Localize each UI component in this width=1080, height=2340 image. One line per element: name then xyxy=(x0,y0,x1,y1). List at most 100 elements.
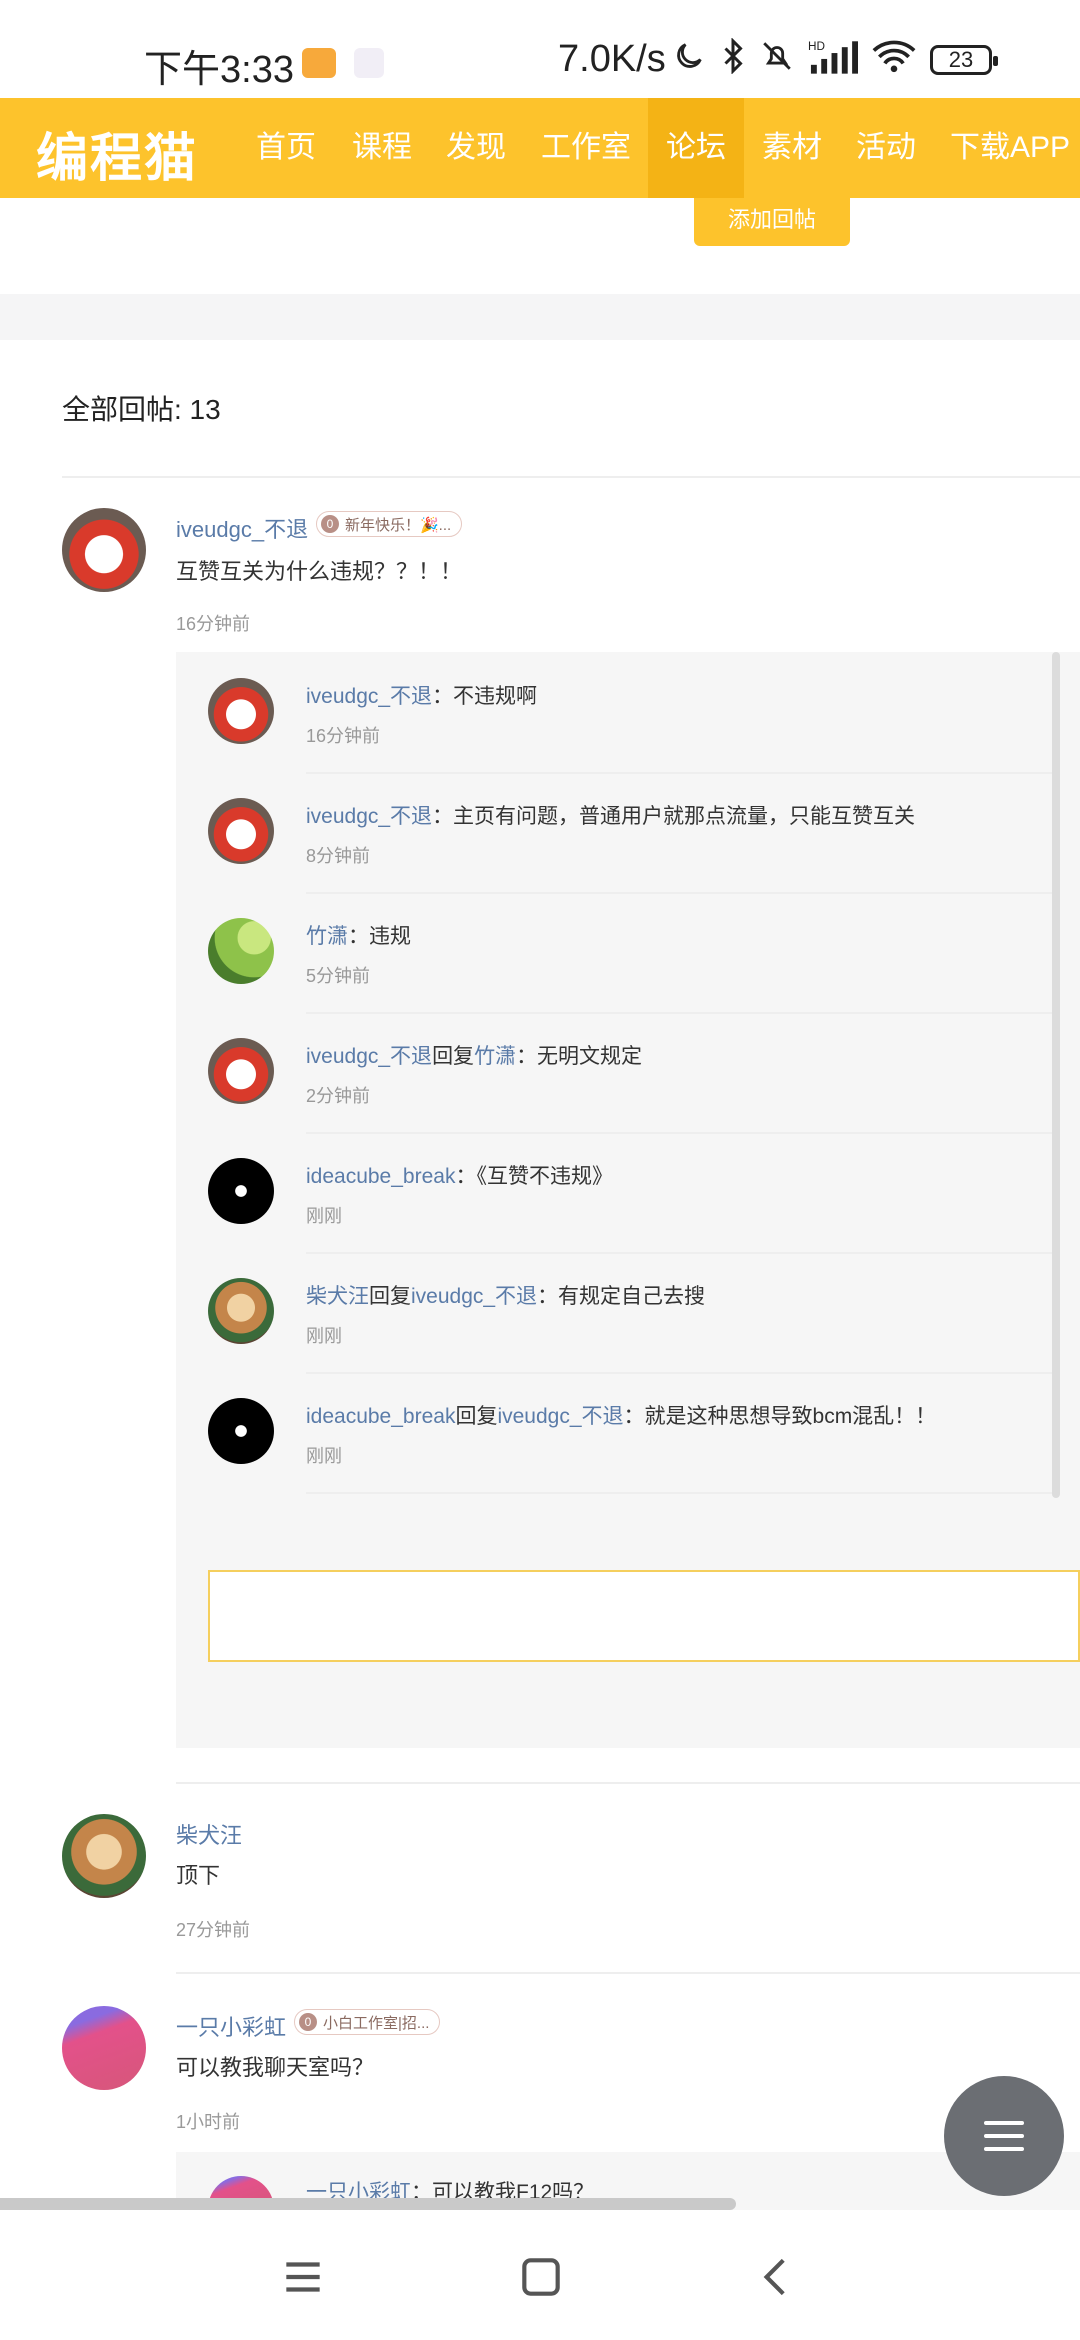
nav-home[interactable]: 首页 xyxy=(240,98,332,198)
divider xyxy=(306,1492,1052,1494)
avatar[interactable] xyxy=(62,2006,146,2090)
reply-item: iveudgc_不退：不违规啊 xyxy=(306,680,537,710)
mute-icon xyxy=(760,39,794,82)
reply-item: iveudgc_不退：主页有问题，普通用户就那点流量，只能互赞互关 xyxy=(306,800,915,830)
post-author[interactable]: 柴犬汪 xyxy=(176,1818,242,1850)
system-nav-bar xyxy=(0,2210,1080,2340)
reply-word: 回复 xyxy=(369,1285,411,1308)
add-reply-button[interactable]: 添加回帖 xyxy=(694,198,850,246)
avatar[interactable] xyxy=(62,1814,146,1898)
reply-user[interactable]: ideacube_break xyxy=(306,1405,455,1428)
horizontal-scrollbar[interactable] xyxy=(0,2198,736,2210)
status-icons: HD 23 xyxy=(672,36,998,83)
reply-item: 竹潇：违规 xyxy=(306,920,411,950)
post-time: 16分钟前 xyxy=(176,614,251,634)
reply-input[interactable] xyxy=(208,1570,1080,1662)
section-divider xyxy=(0,294,1080,340)
reply-time: 刚刚 xyxy=(306,1326,342,1346)
reply-target[interactable]: 竹潇 xyxy=(474,1045,516,1068)
reply-time: 5分钟前 xyxy=(306,966,371,986)
reply-text: ：有规定自己去搜 xyxy=(537,1285,706,1308)
reply-time: 2分钟前 xyxy=(306,1086,371,1106)
post-author[interactable]: iveudgc_不退 xyxy=(176,512,308,544)
nav-download-app[interactable]: 下载APP xyxy=(940,98,1080,198)
battery-icon: 23 xyxy=(930,45,998,75)
reply-user[interactable]: iveudgc_不退 xyxy=(306,805,432,828)
badge-level: 0 xyxy=(321,515,339,533)
post-time: 27分钟前 xyxy=(176,1920,251,1940)
network-speed: 7.0K/s xyxy=(558,38,666,80)
nav-studio[interactable]: 工作室 xyxy=(526,98,646,198)
divider xyxy=(306,1132,1052,1134)
reply-user[interactable]: ideacube_break xyxy=(306,1165,455,1188)
user-badge: 0 小白工作室|招... xyxy=(294,2009,441,2035)
message-app-icon xyxy=(302,48,336,78)
home-icon[interactable] xyxy=(516,2252,566,2302)
reply-text: ：不违规啊 xyxy=(432,685,538,708)
badge-level: 0 xyxy=(299,2013,317,2031)
reply-text: ：主页有问题，普通用户就那点流量，只能互赞互关 xyxy=(432,805,916,828)
reply-panel-scrollbar[interactable] xyxy=(1052,652,1060,1498)
nav-courses[interactable]: 课程 xyxy=(336,98,428,198)
floating-menu-button[interactable] xyxy=(944,2076,1064,2196)
reply-target[interactable]: iveudgc_不退 xyxy=(497,1405,623,1428)
divider xyxy=(306,772,1052,774)
divider xyxy=(306,892,1052,894)
reply-word: 回复 xyxy=(455,1405,498,1428)
site-header: 编程猫 首页 课程 发现 工作室 论坛 素材 活动 下载APP xyxy=(0,98,1080,198)
post-author[interactable]: 一只小彩虹 xyxy=(176,2010,286,2042)
reply-user[interactable]: 柴犬汪 xyxy=(306,1285,369,1308)
reply-item: 柴犬汪回复iveudgc_不退：有规定自己去搜 xyxy=(306,1280,705,1310)
reply-text: ：违规 xyxy=(348,925,411,948)
reply-text: ：就是这种思想导致bcm混乱！！ xyxy=(623,1405,937,1428)
battery-level: 23 xyxy=(948,47,974,72)
menu-icon[interactable] xyxy=(278,2252,328,2302)
divider xyxy=(306,1252,1052,1254)
moon-icon xyxy=(672,39,706,82)
signal-icon: HD xyxy=(808,38,858,83)
reply-target[interactable]: iveudgc_不退 xyxy=(411,1285,537,1308)
wifi-icon xyxy=(872,39,916,82)
reply-item: ideacube_break回复iveudgc_不退：就是这种思想导致bcm混乱… xyxy=(306,1400,936,1430)
divider xyxy=(62,476,1080,478)
nav-discover[interactable]: 发现 xyxy=(430,98,522,198)
avatar[interactable] xyxy=(208,1158,274,1224)
svg-text:HD: HD xyxy=(808,40,825,53)
nav-forum[interactable]: 论坛 xyxy=(648,98,744,198)
reply-time: 16分钟前 xyxy=(306,726,381,746)
avatar[interactable] xyxy=(62,508,146,592)
nav-activities[interactable]: 活动 xyxy=(840,98,932,198)
total-replies: 全部回帖: 13 xyxy=(62,394,221,425)
reply-time: 刚刚 xyxy=(306,1206,342,1226)
reply-user[interactable]: iveudgc_不退 xyxy=(306,685,432,708)
avatar[interactable] xyxy=(208,918,274,984)
divider xyxy=(176,1972,1080,1974)
site-logo[interactable]: 编程猫 xyxy=(36,116,198,191)
reply-user[interactable]: iveudgc_不退 xyxy=(306,1045,432,1068)
divider xyxy=(306,1372,1052,1374)
status-time: 下午3:33 xyxy=(144,49,294,91)
nav-materials[interactable]: 素材 xyxy=(744,98,840,198)
avatar[interactable] xyxy=(208,798,274,864)
avatar[interactable] xyxy=(208,678,274,744)
reply-user[interactable]: 竹潇 xyxy=(306,925,348,948)
post-time: 1小时前 xyxy=(176,2112,241,2132)
reply-text: ：无明文规定 xyxy=(516,1045,643,1068)
reply-time: 刚刚 xyxy=(306,1446,342,1466)
user-badge: 0 新年快乐！🎉... xyxy=(316,511,463,537)
reply-item: ideacube_break：《互赞不违规》 xyxy=(306,1160,613,1190)
app-icon xyxy=(354,48,384,78)
badge-text: 新年快乐！🎉... xyxy=(345,516,452,534)
reply-word: 回复 xyxy=(432,1045,475,1068)
back-icon[interactable] xyxy=(752,2252,802,2302)
post-text: 顶下 xyxy=(176,1863,221,1888)
reply-item: iveudgc_不退回复竹潇：无明文规定 xyxy=(306,1040,642,1070)
avatar[interactable] xyxy=(208,1038,274,1104)
divider xyxy=(306,1012,1052,1014)
bluetooth-icon xyxy=(720,36,746,83)
menu-icon xyxy=(984,2121,1024,2151)
divider xyxy=(176,1782,1080,1784)
avatar[interactable] xyxy=(208,1398,274,1464)
avatar[interactable] xyxy=(208,1278,274,1344)
post-text: 互赞互关为什么违规？？！！ xyxy=(176,559,463,584)
